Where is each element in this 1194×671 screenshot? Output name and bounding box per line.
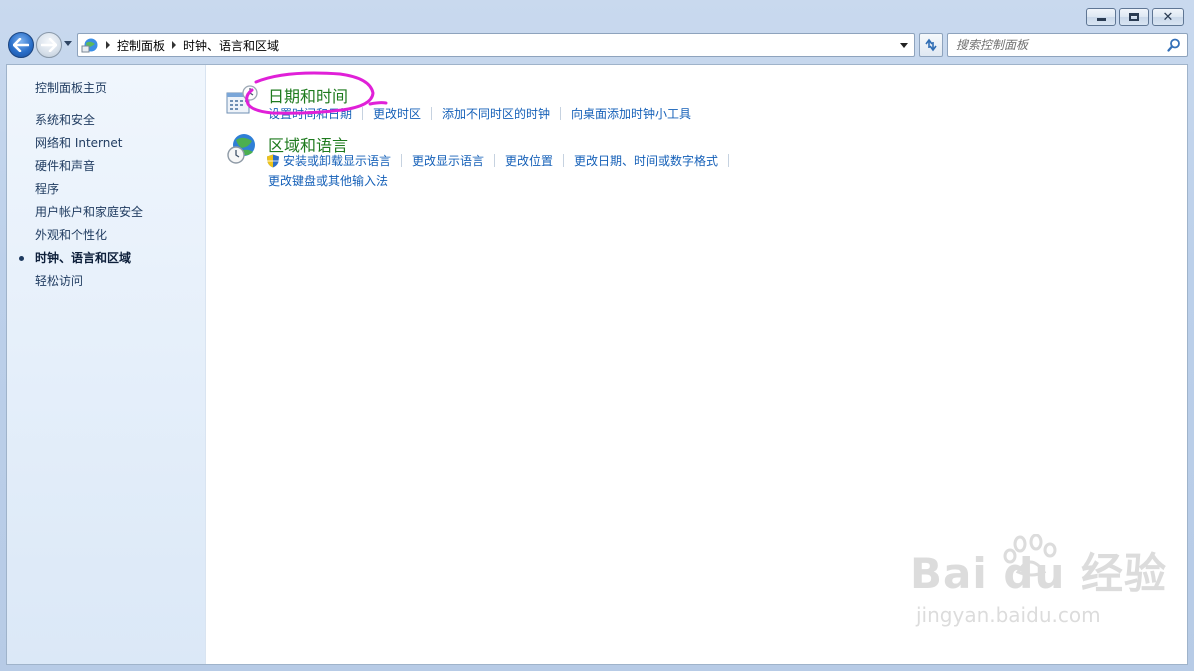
search-icon[interactable]	[1165, 36, 1183, 54]
forward-button[interactable]	[36, 32, 62, 58]
search-box[interactable]	[947, 33, 1188, 57]
breadcrumb-separator[interactable]	[106, 41, 110, 49]
address-bar[interactable]: 控制面板 时钟、语言和区域	[77, 33, 915, 57]
uac-shield-icon	[267, 154, 279, 167]
breadcrumb-clock-language-region[interactable]: 时钟、语言和区域	[183, 37, 279, 54]
breadcrumb-separator[interactable]	[172, 41, 177, 49]
back-arrow-icon	[13, 38, 29, 52]
link-separator	[362, 107, 364, 120]
link-change-formats[interactable]: 更改日期、时间或数字格式	[574, 152, 718, 169]
link-separator	[494, 154, 496, 167]
link-change-keyboards[interactable]: 更改键盘或其他输入法	[268, 172, 388, 189]
region-language-links: 安装或卸载显示语言 更改显示语言 更改位置 更改日期、时间或数字格式	[266, 152, 739, 169]
link-set-time-date[interactable]: 设置时间和日期	[268, 105, 352, 122]
control-panel-icon	[81, 38, 98, 53]
sidebar-item-network[interactable]: 网络和 Internet	[35, 135, 143, 158]
category-title-date-time[interactable]: 日期和时间	[268, 83, 348, 107]
back-button[interactable]	[8, 32, 34, 58]
refresh-icon	[925, 38, 937, 52]
search-input[interactable]	[948, 35, 1165, 55]
link-separator	[401, 154, 403, 167]
forward-arrow-icon	[41, 38, 57, 52]
link-change-display-language[interactable]: 更改显示语言	[412, 152, 484, 169]
navigation-bar: 控制面板 时钟、语言和区域	[6, 31, 1188, 59]
minimize-button[interactable]	[1086, 8, 1116, 26]
sidebar: 控制面板主页 系统和安全 网络和 Internet 硬件和声音 程序 用户帐户和…	[7, 65, 206, 664]
breadcrumb-control-panel[interactable]: 控制面板	[117, 37, 165, 54]
address-dropdown-button[interactable]	[896, 36, 912, 54]
close-icon: ✕	[1162, 9, 1174, 25]
chevron-down-icon	[900, 42, 908, 48]
baidu-jingyan-watermark: Bai du 经验 jingyan.baidu.com	[910, 534, 1167, 627]
date-time-links: 设置时间和日期 更改时区 添加不同时区的时钟 向桌面添加时钟小工具	[268, 105, 691, 122]
sidebar-item-system-security[interactable]: 系统和安全	[35, 112, 143, 135]
link-add-clock-gadget[interactable]: 向桌面添加时钟小工具	[571, 105, 691, 122]
globe-clock-icon	[227, 134, 255, 164]
sidebar-item-ease-of-access[interactable]: 轻松访问	[35, 273, 143, 296]
sidebar-list: 系统和安全 网络和 Internet 硬件和声音 程序 用户帐户和家庭安全 外观…	[18, 112, 143, 296]
caption-buttons: ✕	[1086, 8, 1184, 26]
refresh-button[interactable]	[919, 33, 943, 57]
link-separator	[560, 107, 562, 120]
sidebar-item-hardware-sound[interactable]: 硬件和声音	[35, 158, 143, 181]
link-install-display-language[interactable]: 安装或卸载显示语言	[283, 152, 391, 169]
link-separator	[431, 107, 433, 120]
watermark-url: jingyan.baidu.com	[916, 603, 1101, 627]
paw-logo-icon	[1003, 534, 1057, 577]
link-add-clocks[interactable]: 添加不同时区的时钟	[442, 105, 550, 122]
maximize-button[interactable]	[1119, 8, 1149, 26]
sidebar-item-clock-language-region[interactable]: 时钟、语言和区域	[18, 250, 143, 273]
calendar-clock-icon	[226, 85, 258, 114]
recent-pages-dropdown[interactable]	[64, 41, 72, 46]
sidebar-item-appearance[interactable]: 外观和个性化	[35, 227, 143, 250]
sidebar-home-link[interactable]: 控制面板主页	[35, 79, 107, 96]
link-separator	[563, 154, 565, 167]
link-change-timezone[interactable]: 更改时区	[373, 105, 421, 122]
link-separator	[728, 154, 730, 167]
sidebar-item-programs[interactable]: 程序	[35, 181, 143, 204]
close-button[interactable]: ✕	[1152, 8, 1184, 26]
link-change-location[interactable]: 更改位置	[505, 152, 553, 169]
maximize-icon	[1129, 13, 1139, 21]
region-language-links-row2: 更改键盘或其他输入法	[268, 172, 388, 189]
minimize-icon	[1096, 18, 1106, 21]
sidebar-item-user-accounts[interactable]: 用户帐户和家庭安全	[35, 204, 143, 227]
